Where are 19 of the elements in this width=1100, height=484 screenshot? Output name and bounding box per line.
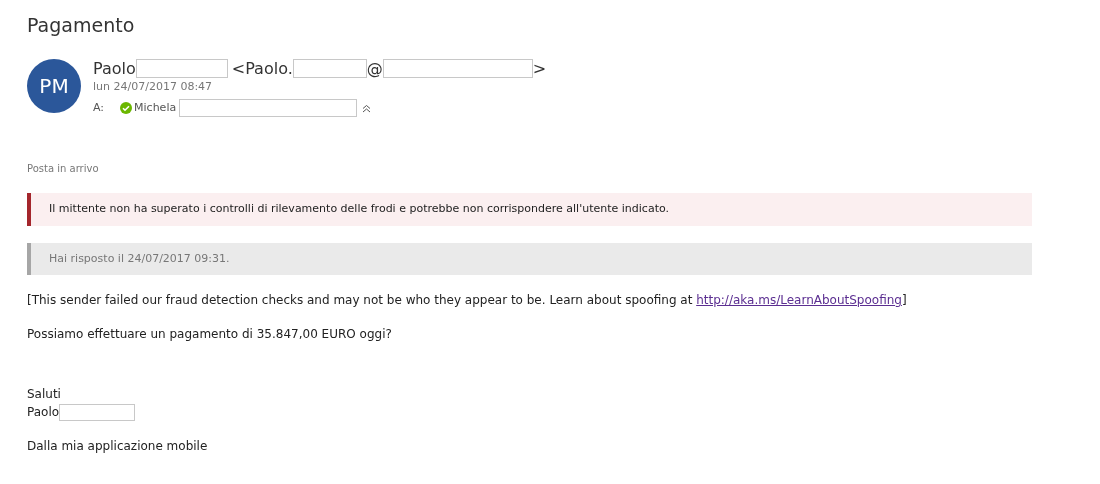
folder-label: Posta in arrivo bbox=[27, 162, 100, 177]
spoofing-link[interactable]: http://aka.ms/LearnAboutSpoofing bbox=[696, 293, 902, 308]
sender-name: Paolo bbox=[93, 58, 136, 79]
sent-date: lun 24/07/2017 08:47 bbox=[93, 78, 214, 95]
sender-address: > bbox=[532, 58, 547, 79]
recipient-name[interactable]: Michela bbox=[134, 100, 177, 117]
avatar: PM bbox=[27, 58, 81, 113]
body-text: Possiamo effettuare un pagamento di 35.847,00 EURO oggi? bbox=[27, 326, 393, 344]
signature-name: Paolo bbox=[27, 404, 60, 422]
footer-text: Dalla mia applicazione mobile bbox=[27, 438, 209, 456]
collapse-icon[interactable] bbox=[362, 103, 372, 113]
sender-address: <Paolo. bbox=[231, 58, 293, 79]
email-subject: Pagamento bbox=[27, 14, 136, 37]
warning-banner: Il mittente non ha superato i controlli di rilevamento delle frodi e potrebbe non corrispondere all'utente indicato. bbox=[27, 193, 1032, 226]
recipient-label: A: bbox=[93, 100, 105, 117]
spoofing-notice: [This sender failed our fraud detection checks and may not be who they appear to be. Learn about spoofing at http://aka.ms/LearnAboutSpoofing] bbox=[27, 292, 908, 310]
info-banner: Hai risposto il 24/07/2017 09:31. bbox=[27, 242, 1032, 276]
at-sign: @ bbox=[366, 58, 383, 79]
greeting-text: Saluti bbox=[27, 386, 62, 404]
